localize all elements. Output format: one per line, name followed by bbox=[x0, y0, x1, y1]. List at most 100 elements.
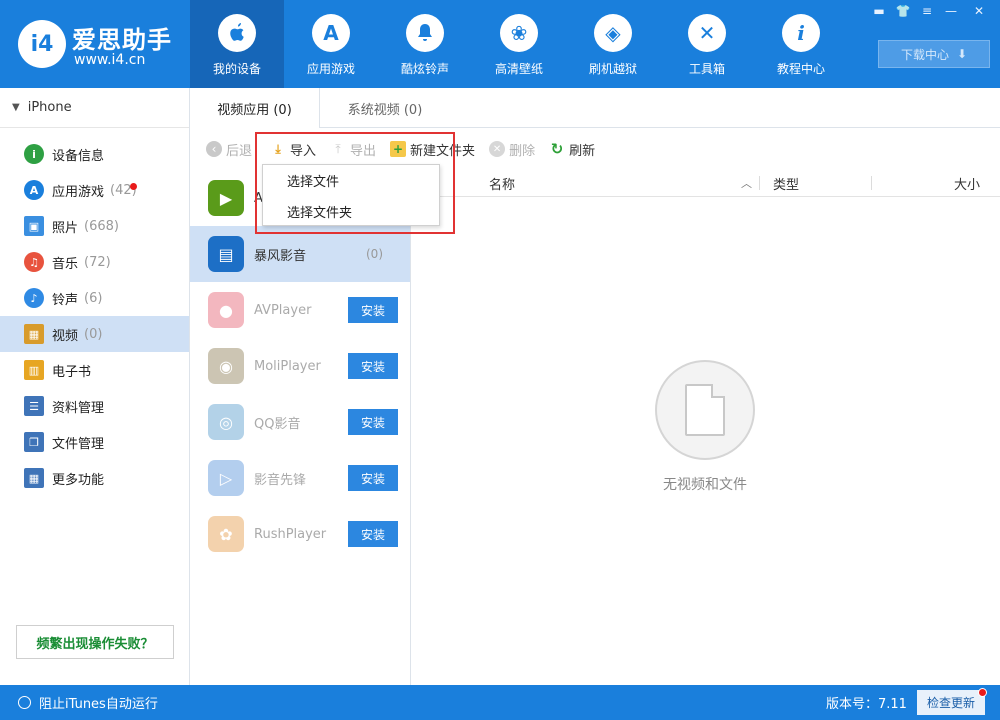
list-item[interactable]: ● AVPlayer 安装 bbox=[190, 282, 410, 338]
sidebar-item-photos[interactable]: ▣ 照片 (668) bbox=[0, 208, 189, 244]
sidebar-item-device-info[interactable]: i 设备信息 bbox=[0, 136, 189, 172]
refresh-icon: ↻ bbox=[550, 140, 564, 158]
empty-file-icon bbox=[655, 360, 755, 460]
files-icon: ❐ bbox=[24, 432, 44, 452]
app-count: (0) bbox=[366, 247, 383, 261]
sidebar-item-label: 应用游戏 bbox=[52, 184, 105, 200]
sidebar-item-data-manage[interactable]: ☰ 资料管理 bbox=[0, 388, 189, 424]
xfplay-icon: ▷ bbox=[208, 460, 244, 496]
app-url: www.i4.cn bbox=[74, 52, 146, 68]
refresh-button[interactable]: ↻ 刷新 bbox=[549, 140, 595, 159]
sidebar-item-count: (668) bbox=[84, 218, 119, 234]
column-size-header[interactable]: 大小 bbox=[954, 174, 980, 193]
list-item[interactable]: ▷ 影音先锋 安装 bbox=[190, 450, 410, 506]
status-bar: 阻止iTunes自动运行 版本号：7.11 检查更新 bbox=[0, 685, 1000, 720]
column-type-header[interactable]: 类型 bbox=[773, 174, 799, 193]
sidebar-item-label: 资料管理 bbox=[52, 400, 105, 416]
film-icon: ▤ bbox=[208, 236, 244, 272]
app-name: 影音先锋 bbox=[254, 472, 307, 488]
sidebar-item-count: (6) bbox=[84, 290, 103, 306]
top-bar: i4 爱思助手 www.i4.cn 我的设备 A 应用游戏 酷炫铃声 ❀ 高清壁… bbox=[0, 0, 1000, 88]
column-divider bbox=[871, 176, 872, 190]
sidebar-item-more[interactable]: ▦ 更多功能 bbox=[0, 460, 189, 496]
bell-icon: ♪ bbox=[24, 288, 44, 308]
block-itunes-label: 阻止iTunes自动运行 bbox=[39, 697, 158, 712]
close-icon[interactable]: ✕ bbox=[964, 2, 994, 20]
dropbox-icon: ◈ bbox=[594, 14, 632, 52]
tab-system-videos[interactable]: 系统视频 (0) bbox=[320, 88, 450, 128]
sidebar-item-label: 更多功能 bbox=[52, 472, 105, 488]
contacts-icon: ☰ bbox=[24, 396, 44, 416]
nav-my-device[interactable]: 我的设备 bbox=[190, 0, 284, 88]
delete-button[interactable]: ✕ 删除 bbox=[489, 140, 535, 159]
list-item[interactable]: ✿ RushPlayer 安装 bbox=[190, 506, 410, 562]
skin-icon[interactable]: 👕 bbox=[892, 2, 914, 20]
nav-toolbox[interactable]: ✕ 工具箱 bbox=[660, 0, 754, 88]
update-notification-dot bbox=[978, 688, 987, 697]
sidebar-item-music[interactable]: ♫ 音乐 (72) bbox=[0, 244, 189, 280]
frequent-failure-help-button[interactable]: 频繁出现操作失败？ bbox=[16, 625, 174, 659]
install-button[interactable]: 安装 bbox=[348, 297, 398, 323]
app-store-icon: A bbox=[312, 14, 350, 52]
back-button[interactable]: ‹ 后退 bbox=[206, 140, 252, 159]
block-itunes-toggle[interactable]: 阻止iTunes自动运行 bbox=[18, 685, 158, 720]
radio-icon bbox=[18, 696, 31, 709]
nav-label: 酷炫铃声 bbox=[400, 62, 449, 76]
info-icon: i bbox=[782, 14, 820, 52]
sidebar-item-label: 照片 bbox=[52, 220, 79, 236]
back-label: 后退 bbox=[226, 143, 253, 159]
sidebar-item-label: 文件管理 bbox=[52, 436, 105, 452]
nav-apps-games[interactable]: A 应用游戏 bbox=[284, 0, 378, 88]
book-icon: ▥ bbox=[24, 360, 44, 380]
app-logo: i4 爱思助手 www.i4.cn bbox=[14, 14, 184, 74]
app-name: QQ影音 bbox=[254, 416, 301, 432]
nav-label: 刷机越狱 bbox=[588, 62, 637, 76]
install-button[interactable]: 安装 bbox=[348, 465, 398, 491]
delete-icon: ✕ bbox=[489, 141, 506, 157]
nav-flash-jailbreak[interactable]: ◈ 刷机越狱 bbox=[566, 0, 660, 88]
nav-label: 教程中心 bbox=[776, 62, 825, 76]
menu-icon[interactable]: ≡ bbox=[916, 2, 938, 20]
sidebar-item-apps[interactable]: A 应用游戏 (42) bbox=[0, 172, 189, 208]
nav-ringtones[interactable]: 酷炫铃声 bbox=[378, 0, 472, 88]
nav-label: 应用游戏 bbox=[306, 62, 355, 76]
nav-tutorials[interactable]: i 教程中心 bbox=[754, 0, 848, 88]
sidebar-item-ringtones[interactable]: ♪ 铃声 (6) bbox=[0, 280, 189, 316]
tab-video-apps[interactable]: 视频应用 (0) bbox=[190, 88, 320, 128]
sidebar-item-video[interactable]: ▦ 视频 (0) bbox=[0, 316, 189, 352]
install-button[interactable]: 安装 bbox=[348, 409, 398, 435]
window-controls: ▬ 👕 ≡ — ✕ bbox=[868, 2, 994, 20]
install-button[interactable]: 安装 bbox=[348, 521, 398, 547]
document-icon bbox=[685, 384, 725, 436]
video-app-list: ▶ A ▤ 暴风影音 (0) ● AVPlayer 安装 ◉ MoliPlaye… bbox=[190, 170, 411, 685]
bell-icon bbox=[406, 14, 444, 52]
nav-label: 工具箱 bbox=[688, 62, 725, 76]
file-table: 名称 ︿ 类型 大小 无视频和文件 bbox=[411, 170, 1000, 685]
sidebar-list: i 设备信息 A 应用游戏 (42) ▣ 照片 (668) ♫ 音乐 (72) … bbox=[0, 128, 189, 496]
phone-icon[interactable]: ▬ bbox=[868, 2, 890, 20]
moliplayer-icon: ◉ bbox=[208, 348, 244, 384]
check-update-button[interactable]: 检查更新 bbox=[917, 690, 985, 715]
tab-bar: 视频应用 (0) 系统视频 (0) bbox=[190, 88, 1000, 128]
app-name: 暴风影音 bbox=[254, 248, 307, 264]
list-item[interactable]: ◉ MoliPlayer 安装 bbox=[190, 338, 410, 394]
sidebar-item-label: 设备信息 bbox=[52, 148, 105, 164]
app-name: AVPlayer bbox=[254, 302, 312, 318]
download-arrow-icon: ⬇ bbox=[956, 47, 968, 61]
avplayer-icon: ● bbox=[208, 292, 244, 328]
sidebar-item-ebooks[interactable]: ▥ 电子书 bbox=[0, 352, 189, 388]
column-name-header[interactable]: 名称 bbox=[489, 174, 515, 193]
empty-message: 无视频和文件 bbox=[663, 477, 747, 493]
list-item[interactable]: ◎ QQ影音 安装 bbox=[190, 394, 410, 450]
minimize-icon[interactable]: — bbox=[940, 2, 962, 20]
rushplayer-icon: ✿ bbox=[208, 516, 244, 552]
logo-badge-icon: i4 bbox=[18, 20, 66, 68]
nav-label: 高清壁纸 bbox=[494, 62, 543, 76]
device-selector[interactable]: ▼ iPhone bbox=[0, 88, 189, 128]
download-center-button[interactable]: 下载中心 ⬇ bbox=[878, 40, 990, 68]
list-item[interactable]: ▤ 暴风影音 (0) bbox=[190, 226, 410, 282]
install-button[interactable]: 安装 bbox=[348, 353, 398, 379]
sidebar-item-file-manage[interactable]: ❐ 文件管理 bbox=[0, 424, 189, 460]
sort-up-icon: ︿ bbox=[741, 177, 752, 190]
nav-wallpapers[interactable]: ❀ 高清壁纸 bbox=[472, 0, 566, 88]
